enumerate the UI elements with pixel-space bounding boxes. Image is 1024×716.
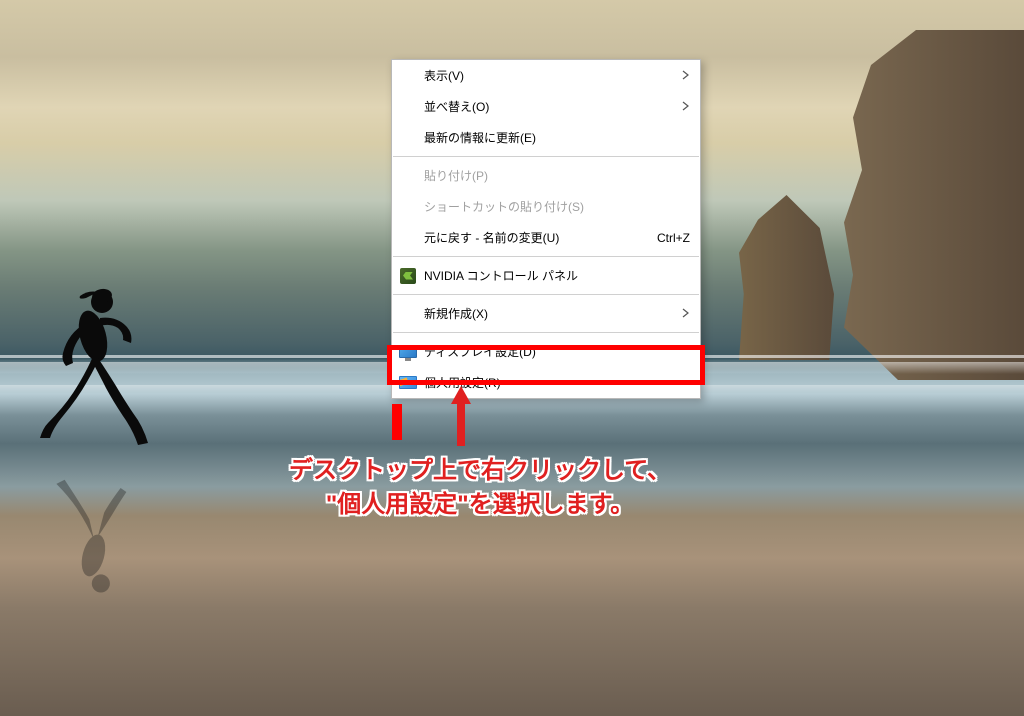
menu-label: 並べ替え(O) bbox=[424, 98, 676, 115]
menu-item-nvidia[interactable]: NVIDIA コントロール パネル bbox=[392, 260, 700, 291]
menu-icon-blank bbox=[398, 167, 418, 185]
display-icon bbox=[398, 343, 418, 361]
menu-icon-blank bbox=[398, 229, 418, 247]
menu-shortcut: Ctrl+Z bbox=[657, 231, 690, 245]
menu-separator bbox=[393, 332, 699, 333]
menu-item-paste-shortcut: ショートカットの貼り付け(S) bbox=[392, 191, 700, 222]
menu-label: NVIDIA コントロール パネル bbox=[424, 267, 690, 284]
chevron-right-icon bbox=[676, 100, 690, 114]
annotation-arrow-icon bbox=[451, 386, 471, 446]
menu-item-undo-rename[interactable]: 元に戻す - 名前の変更(U) Ctrl+Z bbox=[392, 222, 700, 253]
menu-separator bbox=[393, 156, 699, 157]
menu-item-personalize[interactable]: 個人用設定(R) bbox=[392, 367, 700, 398]
nvidia-icon bbox=[398, 267, 418, 285]
menu-item-new[interactable]: 新規作成(X) bbox=[392, 298, 700, 329]
menu-item-refresh[interactable]: 最新の情報に更新(E) bbox=[392, 122, 700, 153]
highlight-box bbox=[392, 404, 402, 440]
menu-item-view[interactable]: 表示(V) bbox=[392, 60, 700, 91]
menu-item-paste: 貼り付け(P) bbox=[392, 160, 700, 191]
menu-label: ショートカットの貼り付け(S) bbox=[424, 198, 690, 215]
runner-silhouette bbox=[38, 288, 153, 458]
menu-label: 元に戻す - 名前の変更(U) bbox=[424, 229, 637, 246]
personalize-icon bbox=[398, 374, 418, 392]
menu-item-sort[interactable]: 並べ替え(O) bbox=[392, 91, 700, 122]
desktop-context-menu: 表示(V) 並べ替え(O) 最新の情報に更新(E) 貼り付け(P) ショートカッ… bbox=[391, 59, 701, 399]
menu-label: 表示(V) bbox=[424, 67, 676, 84]
menu-icon-blank bbox=[398, 305, 418, 323]
annotation-text: デスクトップ上で右クリックして、 "個人用設定"を選択します。 bbox=[185, 454, 775, 521]
menu-item-display-settings[interactable]: ディスプレイ設定(D) bbox=[392, 336, 700, 367]
annotation-line-2: "個人用設定"を選択します。 bbox=[185, 488, 775, 522]
runner-reflection bbox=[38, 455, 153, 595]
menu-label: 貼り付け(P) bbox=[424, 167, 690, 184]
menu-separator bbox=[393, 294, 699, 295]
chevron-right-icon bbox=[676, 69, 690, 83]
rock-formation-large bbox=[844, 30, 1024, 380]
menu-label: 新規作成(X) bbox=[424, 305, 676, 322]
chevron-right-icon bbox=[676, 307, 690, 321]
rock-formation-small bbox=[739, 195, 834, 360]
menu-icon-blank bbox=[398, 198, 418, 216]
annotation-line-1: デスクトップ上で右クリックして、 bbox=[185, 454, 775, 488]
menu-icon-blank bbox=[398, 129, 418, 147]
desktop-wallpaper[interactable]: 表示(V) 並べ替え(O) 最新の情報に更新(E) 貼り付け(P) ショートカッ… bbox=[0, 0, 1024, 716]
menu-label: 最新の情報に更新(E) bbox=[424, 129, 690, 146]
menu-icon-blank bbox=[398, 98, 418, 116]
menu-label: ディスプレイ設定(D) bbox=[424, 343, 690, 360]
menu-icon-blank bbox=[398, 67, 418, 85]
menu-separator bbox=[393, 256, 699, 257]
